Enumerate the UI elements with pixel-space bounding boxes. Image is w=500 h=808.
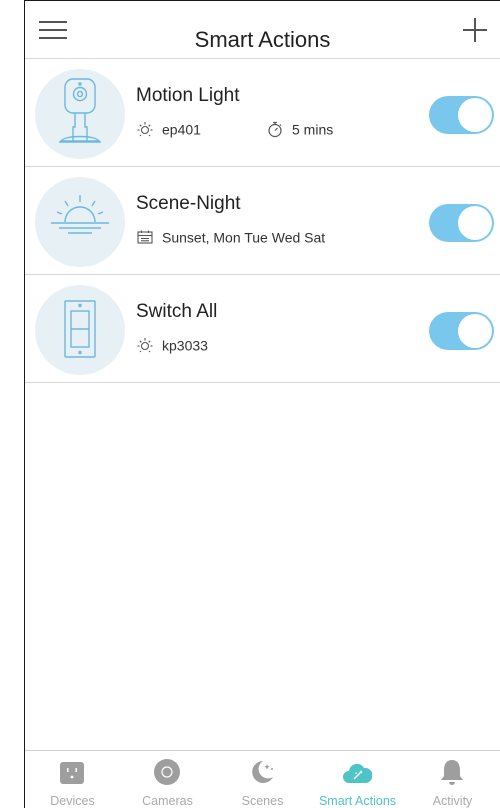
list-item-motion-light[interactable]: Motion Light ep401 5 mins <box>25 59 500 167</box>
page-title: Smart Actions <box>194 27 331 52</box>
sun-icon <box>136 336 154 354</box>
duration-detail: 5 mins <box>266 119 333 138</box>
device-name: ep401 <box>162 121 201 138</box>
header-bar: Smart Actions <box>25 0 500 59</box>
switch-all-toggle[interactable] <box>429 312 494 350</box>
toggle-knob <box>458 206 492 240</box>
moon-stars-icon <box>247 757 277 787</box>
scene-night-toggle[interactable] <box>429 204 494 242</box>
calendar-icon <box>136 228 154 246</box>
camera-icon <box>35 69 125 159</box>
bottom-tab-bar: Devices Cameras Scenes Smart Actions Act… <box>25 750 500 808</box>
app-root: Smart Actions Motion Light ep401 5 mins … <box>0 0 500 808</box>
camera-lens-icon <box>152 757 182 787</box>
motion-light-toggle[interactable] <box>429 96 494 134</box>
toggle-knob <box>458 98 492 132</box>
action-name: Scene-Night <box>136 193 241 214</box>
device-detail: ep401 <box>136 119 201 138</box>
toggle-knob <box>458 314 492 348</box>
cloud-wand-icon <box>342 757 372 787</box>
left-frame-border <box>0 0 25 808</box>
add-action-button[interactable] <box>462 17 488 43</box>
smart-actions-screen: Smart Actions Motion Light ep401 5 mins … <box>25 0 500 808</box>
action-name: Switch All <box>136 301 218 322</box>
schedule-text: Sunset, Mon Tue Wed Sat <box>162 229 326 246</box>
tab-cameras[interactable]: Cameras <box>120 751 215 808</box>
list-item-scene-night[interactable]: Scene-Night Sunset, Mon Tue Wed Sat <box>25 167 500 275</box>
bell-icon <box>437 757 467 787</box>
list-item-switch-all[interactable]: Switch All kp3033 <box>25 275 500 383</box>
schedule-detail: Sunset, Mon Tue Wed Sat <box>136 227 325 246</box>
timer-icon <box>266 120 284 138</box>
plug-icon <box>57 757 87 787</box>
smart-actions-list: Motion Light ep401 5 mins Scene-Night Su… <box>25 59 500 383</box>
device-detail: kp3033 <box>136 335 208 354</box>
light-switch-icon <box>35 285 125 375</box>
sun-icon <box>136 120 154 138</box>
tab-scenes[interactable]: Scenes <box>215 751 310 808</box>
duration-text: 5 mins <box>292 121 334 138</box>
sunset-icon <box>35 177 125 267</box>
tab-devices[interactable]: Devices <box>25 751 120 808</box>
tab-smart-actions[interactable]: Smart Actions <box>310 751 405 808</box>
device-name: kp3033 <box>162 337 208 354</box>
tab-activity[interactable]: Activity <box>405 751 500 808</box>
tab-label: Activity <box>432 794 473 808</box>
action-name: Motion Light <box>136 85 240 106</box>
